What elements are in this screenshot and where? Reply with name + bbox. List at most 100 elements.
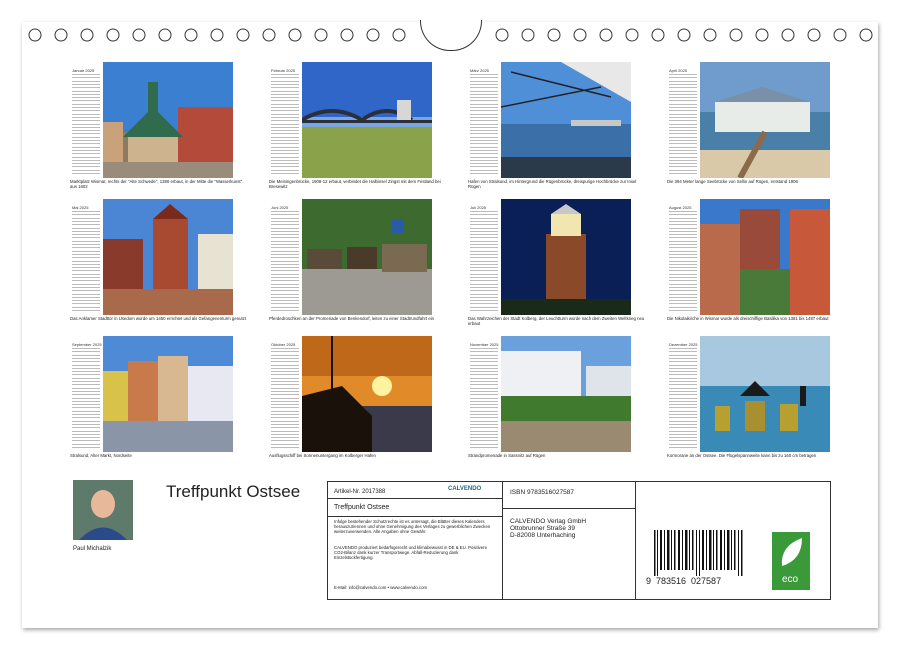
- date-lines: [667, 62, 699, 180]
- date-rule: [72, 149, 100, 151]
- date-rule: [669, 103, 697, 105]
- date-lines: [667, 336, 699, 454]
- date-rule: [72, 143, 100, 145]
- date-rule: [470, 433, 498, 435]
- date-rule: [669, 267, 697, 269]
- month-thumbnail-december[interactable]: Dezember 2025 Kormorane an der Ostsee. D…: [667, 336, 847, 476]
- date-rule: [470, 280, 498, 282]
- date-rule: [470, 263, 498, 265]
- date-rule: [271, 220, 299, 222]
- date-rule: [72, 397, 100, 399]
- date-rule: [72, 420, 100, 422]
- date-rule: [470, 107, 498, 108]
- date-rule: [470, 348, 498, 349]
- photo-stralsund-alter-markt: [103, 336, 233, 452]
- month-thumbnail-november[interactable]: November 2025 Strandpromenade in Sassnit…: [468, 336, 648, 476]
- date-rule: [72, 123, 100, 125]
- date-rule: [271, 290, 299, 292]
- photo-sassnitz-promenade: [501, 336, 631, 452]
- date-rule: [271, 404, 299, 406]
- date-rule: [470, 214, 498, 216]
- date-rule: [72, 90, 100, 92]
- date-rule: [72, 227, 100, 229]
- date-rule: [72, 130, 100, 132]
- photo-anklam-gate: [103, 199, 233, 315]
- date-rule: [470, 260, 498, 262]
- date-rule: [669, 153, 697, 155]
- date-rule: [669, 107, 697, 108]
- date-rule: [669, 244, 697, 245]
- month-thumbnail-october[interactable]: Oktober 2025 Ausflugsschiff bei Sonnenun…: [269, 336, 449, 476]
- date-rule: [72, 224, 100, 226]
- date-rule: [271, 306, 299, 308]
- date-rule: [72, 116, 100, 118]
- date-rule: [271, 153, 299, 155]
- photo-caption: Hafen von Stralsund, im Hintergrund die …: [468, 179, 637, 189]
- month-thumbnail-march[interactable]: März 2025 Hafen von Stralsund, im Hinter…: [468, 62, 648, 202]
- date-rule: [271, 414, 299, 415]
- photo-caption: Ausflugsschiff bei Sonnenuntergang im Ko…: [269, 453, 376, 458]
- date-rule: [470, 224, 498, 226]
- photo-caption: Die 394 Meter lange Seebrücke von Sellin…: [667, 179, 798, 184]
- date-lines: [70, 199, 102, 317]
- date-rule: [72, 410, 100, 412]
- date-rule: [470, 113, 498, 115]
- date-rule: [669, 149, 697, 151]
- date-rule: [669, 384, 697, 386]
- date-rule: [72, 166, 100, 168]
- date-rule: [470, 143, 498, 145]
- date-rule: [470, 247, 498, 249]
- month-thumbnail-august[interactable]: August 2025 Die Nikolaikirche in Wismar …: [667, 199, 847, 339]
- date-rule: [470, 123, 498, 125]
- photo-caption: Marktplatz Wismar, rechts der "Alte Schw…: [70, 179, 243, 189]
- date-rule: [470, 381, 498, 382]
- date-rule: [669, 390, 697, 392]
- date-rule: [271, 217, 299, 219]
- month-thumbnail-may[interactable]: Mai 2025 Das Anklamer Stadttor in Usedom…: [70, 199, 250, 339]
- date-rule: [470, 414, 498, 415]
- month-thumbnail-february[interactable]: Februar 2025 Die Meiningenbrücke, 1908-1…: [269, 62, 449, 202]
- date-rule: [72, 159, 100, 161]
- date-rule: [669, 377, 697, 379]
- month-thumbnail-july[interactable]: Juli 2025 Das Wahrzeichen der Stadt Kolb…: [468, 199, 648, 339]
- date-rule: [669, 381, 697, 382]
- date-rule: [271, 237, 299, 239]
- date-rule: [72, 240, 100, 242]
- date-rule: [669, 277, 697, 278]
- date-rule: [72, 103, 100, 105]
- date-rule: [271, 270, 299, 272]
- date-rule: [669, 136, 697, 138]
- date-rule: [72, 414, 100, 415]
- month-thumbnail-september[interactable]: September 2025 Stralsund, Alter Markt, N…: [70, 336, 250, 476]
- date-rule: [72, 214, 100, 216]
- date-rule: [470, 361, 498, 363]
- date-rule: [470, 103, 498, 105]
- date-rule: [470, 267, 498, 269]
- date-rule: [271, 427, 299, 429]
- date-rule: [470, 270, 498, 272]
- date-rule: [470, 306, 498, 308]
- photo-caption: Das Wahrzeichen der Stadt Kolberg, der L…: [468, 316, 645, 326]
- date-rule: [470, 163, 498, 165]
- date-rule: [72, 100, 100, 102]
- date-rule: [669, 410, 697, 412]
- month-thumbnail-june[interactable]: Juni 2025 Pferdedroschken an der Promena…: [269, 199, 449, 339]
- date-rule: [72, 153, 100, 155]
- month-thumbnail-january[interactable]: Januar 2025 Marktplatz Wismar, rechts de…: [70, 62, 250, 202]
- date-rule: [72, 253, 100, 255]
- date-rule: [669, 126, 697, 128]
- date-rule: [271, 361, 299, 363]
- photo-sellin-pier: [700, 62, 830, 178]
- date-rule: [271, 143, 299, 145]
- date-rule: [72, 133, 100, 135]
- date-rule: [669, 77, 697, 79]
- date-rule: [470, 169, 498, 171]
- date-rule: [72, 244, 100, 245]
- month-thumbnail-april[interactable]: April 2025 Die 394 Meter lange Seebrücke…: [667, 62, 847, 202]
- date-rule: [271, 149, 299, 151]
- info-left-column: Artikel-Nr. 2017388 CALVENDO Treffpunkt …: [328, 482, 503, 599]
- calvendo-logo: CALVENDO: [448, 486, 482, 492]
- date-rule: [470, 220, 498, 222]
- date-rule: [470, 410, 498, 412]
- date-rule: [470, 240, 498, 242]
